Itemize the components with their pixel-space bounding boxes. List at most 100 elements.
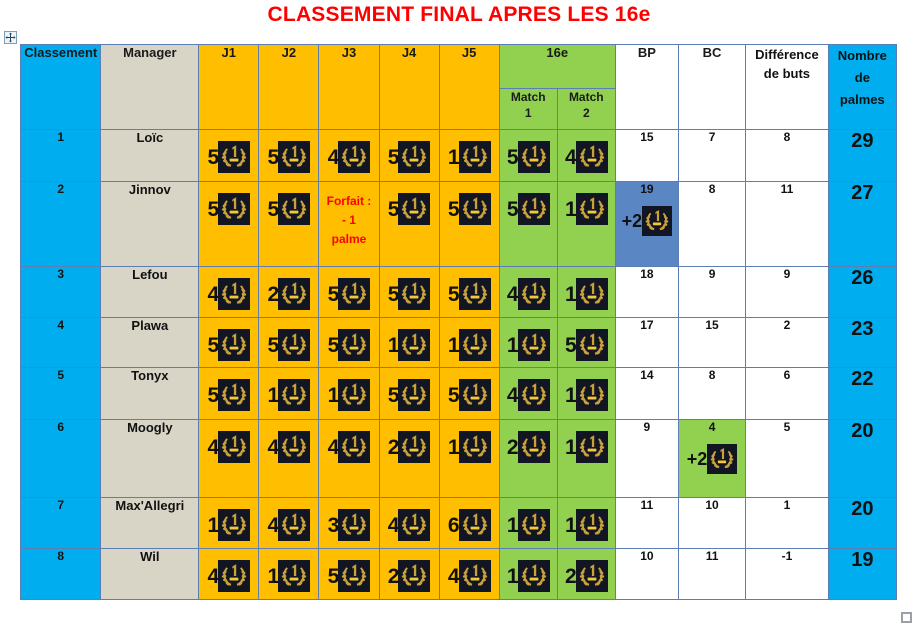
cell-bc-bonus: +2 bbox=[679, 444, 744, 474]
cell-difference: 8 bbox=[745, 129, 829, 182]
cell-difference: 2 bbox=[745, 317, 829, 368]
score-with-palme: 2 bbox=[260, 278, 318, 310]
palme-laurel-badge-icon bbox=[707, 444, 738, 474]
cell-j1: 5 bbox=[198, 129, 260, 182]
score-with-palme: 5 bbox=[200, 193, 258, 225]
palme-laurel-badge-icon bbox=[338, 379, 371, 411]
difference-line-2: de buts bbox=[763, 66, 811, 81]
cell-bc-cell: 10 bbox=[677, 497, 747, 549]
cell-match2: 4 bbox=[556, 129, 616, 182]
cell-match2: 1 bbox=[556, 497, 616, 549]
palme-laurel-badge-icon bbox=[218, 141, 251, 173]
cell-match1: 5 bbox=[498, 181, 558, 267]
palme-laurel-badge-icon bbox=[338, 329, 371, 361]
palme-laurel-badge-icon bbox=[575, 193, 608, 225]
cell-j2: 5 bbox=[258, 129, 320, 182]
score-with-palme: 5 bbox=[558, 329, 614, 361]
cell-bp-bonus: +2 bbox=[616, 206, 677, 236]
palme-laurel-badge-icon bbox=[517, 193, 550, 225]
cell-bp-value: 15 bbox=[640, 130, 654, 145]
cell-j3: Forfait : - 1 palme bbox=[318, 181, 380, 267]
score-with-palme: 4 bbox=[440, 560, 498, 592]
cell-bp-value: 18 bbox=[640, 267, 654, 282]
table-row[interactable]: 1 Loïc 5 5 4 5 1 5 4 15 7 8 29 bbox=[19, 129, 898, 182]
score-with-palme: 1 bbox=[558, 509, 614, 541]
cell-j5: 6 bbox=[438, 497, 500, 549]
cell-j5: 5 bbox=[438, 181, 500, 267]
cell-j4: 1 bbox=[378, 317, 440, 368]
table-row[interactable]: 8 Wil 4 1 5 2 4 1 2 10 11 -1 19 bbox=[19, 548, 898, 600]
cell-match1: 1 bbox=[498, 317, 558, 368]
score-with-palme: 4 bbox=[500, 379, 556, 411]
table-row[interactable]: 3 Lefou 4 2 5 5 5 4 1 18 9 9 26 bbox=[19, 266, 898, 318]
cell-bc-cell: 4 +2 bbox=[677, 419, 747, 498]
palme-laurel-badge-icon bbox=[398, 329, 431, 361]
score-with-palme: 1 bbox=[500, 509, 556, 541]
palme-laurel-badge-icon bbox=[338, 509, 371, 541]
col-header-16e: 16e bbox=[498, 44, 616, 89]
score-with-palme: 2 bbox=[380, 560, 438, 592]
cell-bc-value: 8 bbox=[708, 368, 716, 383]
cell-bc-value: 8 bbox=[708, 182, 716, 197]
score-with-palme: 5 bbox=[260, 329, 318, 361]
cell-difference: 6 bbox=[745, 367, 829, 420]
move-handle-icon[interactable] bbox=[4, 31, 17, 44]
palme-laurel-badge-icon bbox=[517, 379, 550, 411]
palme-laurel-badge-icon bbox=[575, 329, 608, 361]
score-with-palme: 5 bbox=[500, 193, 556, 225]
palme-laurel-badge-icon bbox=[338, 278, 371, 310]
table-row[interactable]: 6 Moogly 4 4 4 2 1 2 1 9 4 +2 5 20 bbox=[19, 419, 898, 498]
cell-match2: 1 bbox=[556, 419, 616, 498]
table-row[interactable]: 4 Plawa 5 5 5 1 1 1 5 17 15 2 23 bbox=[19, 317, 898, 368]
palme-laurel-badge-icon bbox=[278, 278, 311, 310]
header-row-1: Classement Manager J1 J2 J3 J4 J5 16e BP… bbox=[19, 44, 898, 130]
palme-laurel-badge-icon bbox=[218, 329, 251, 361]
cell-match1: 2 bbox=[498, 419, 558, 498]
col-header-bp: BP bbox=[614, 44, 679, 130]
score-with-palme: 4 bbox=[558, 141, 614, 173]
col-header-j1: J1 bbox=[198, 44, 260, 130]
col-header-j4: J4 bbox=[378, 44, 440, 130]
cell-manager: Tonyx bbox=[100, 367, 200, 420]
cell-bp-cell: 18 bbox=[614, 266, 679, 318]
cell-match2: 5 bbox=[556, 317, 616, 368]
palme-laurel-badge-icon bbox=[398, 560, 431, 592]
resize-handle-icon[interactable] bbox=[901, 612, 912, 623]
palme-laurel-badge-icon bbox=[517, 431, 550, 463]
score-with-palme: 1 bbox=[558, 278, 614, 310]
table-row[interactable]: 7 Max'Allegri 1 4 3 4 6 1 1 11 10 1 20 bbox=[19, 497, 898, 549]
table-row[interactable]: 2 Jinnov 5 5 Forfait :- 1 palme 5 5 5 1 19 +2 8 11 27 bbox=[19, 181, 898, 267]
cell-j1: 1 bbox=[198, 497, 260, 549]
cell-manager: Lefou bbox=[100, 266, 200, 318]
score-with-palme: 1 bbox=[380, 329, 438, 361]
cell-j2: 1 bbox=[258, 367, 320, 420]
score-with-palme: 1 bbox=[500, 329, 556, 361]
score-with-palme: 2 bbox=[558, 560, 614, 592]
cell-j3: 4 bbox=[318, 419, 380, 498]
score-with-palme: 4 bbox=[200, 431, 258, 463]
cell-j2: 5 bbox=[258, 317, 320, 368]
table-row[interactable]: 5 Tonyx 5 1 1 5 5 4 1 14 8 6 22 bbox=[19, 367, 898, 420]
cell-j2: 1 bbox=[258, 548, 320, 600]
score-with-palme: 5 bbox=[320, 278, 378, 310]
cell-match1: 1 bbox=[498, 548, 558, 600]
score-with-palme: 5 bbox=[440, 278, 498, 310]
bonus-value: +2 bbox=[621, 211, 643, 231]
cell-manager: Moogly bbox=[100, 419, 200, 498]
cell-rank: 2 bbox=[19, 181, 102, 267]
score-with-palme: 1 bbox=[260, 560, 318, 592]
palme-laurel-badge-icon bbox=[575, 141, 608, 173]
palme-laurel-badge-icon bbox=[218, 193, 251, 225]
cell-bc-cell: 8 bbox=[677, 181, 747, 267]
cell-j1: 5 bbox=[198, 181, 260, 267]
col-header-palmes: Nombre de palmes bbox=[827, 44, 898, 130]
score-with-palme: 5 bbox=[200, 141, 258, 173]
cell-bp-cell: 9 bbox=[614, 419, 679, 498]
palme-laurel-badge-icon bbox=[575, 379, 608, 411]
cell-j5: 5 bbox=[438, 266, 500, 318]
cell-j5: 1 bbox=[438, 317, 500, 368]
cell-bp-value: 10 bbox=[640, 549, 654, 564]
score-with-palme: 4 bbox=[200, 560, 258, 592]
table-body: 1 Loïc 5 5 4 5 1 5 4 15 7 8 29 2 Jinnov 5 5 Forfait :- 1p… bbox=[19, 129, 898, 600]
cell-bc-value: 7 bbox=[708, 130, 716, 145]
